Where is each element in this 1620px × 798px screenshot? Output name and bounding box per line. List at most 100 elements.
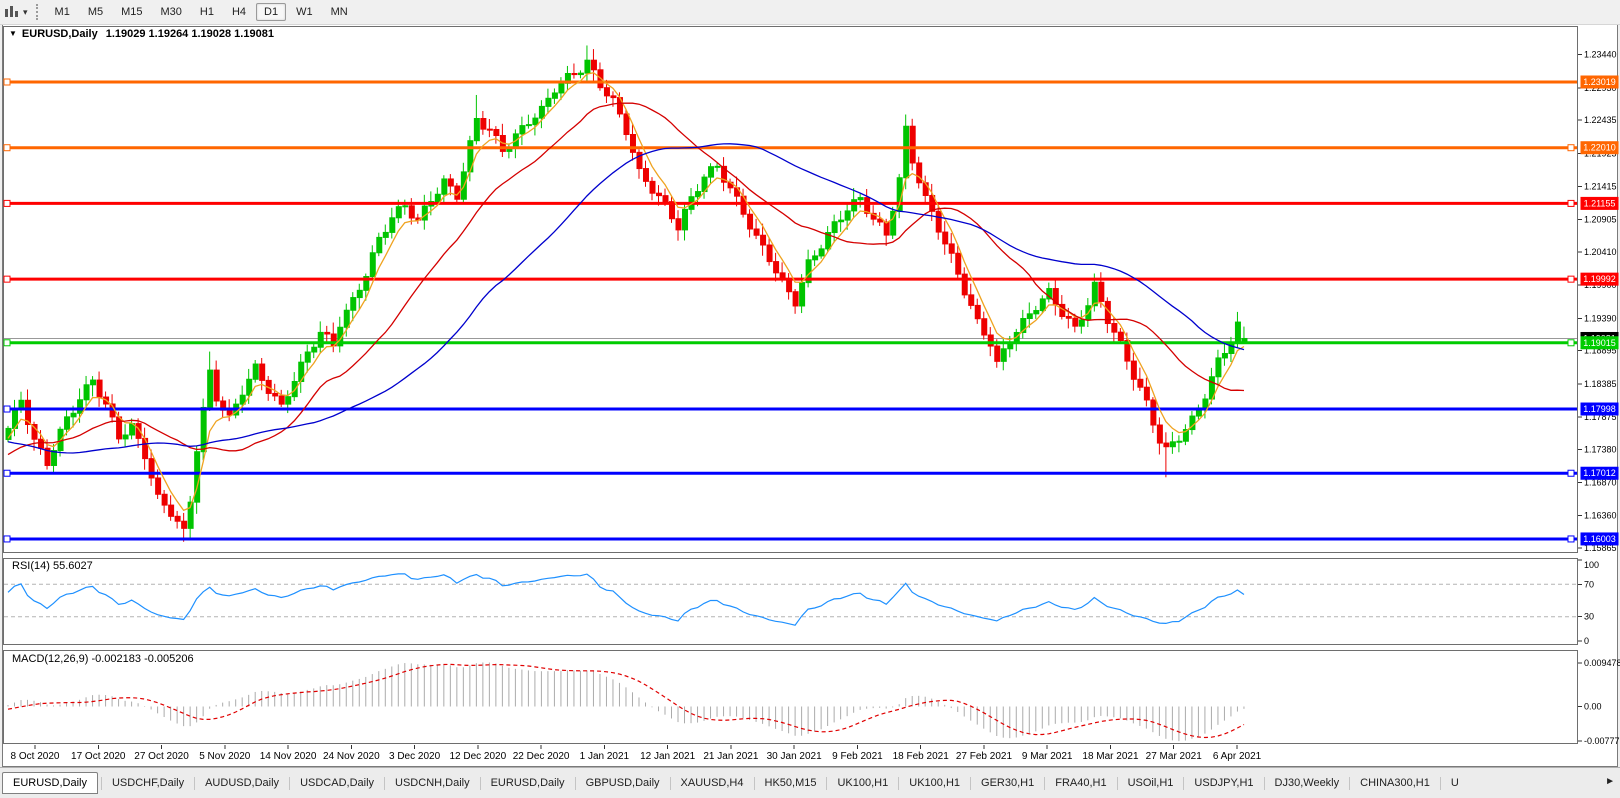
tab-separator — [1264, 777, 1265, 790]
svg-text:18 Feb 2021: 18 Feb 2021 — [893, 751, 950, 762]
tab-separator — [194, 777, 195, 790]
tab-separator — [1183, 777, 1184, 790]
svg-text:30 Jan 2021: 30 Jan 2021 — [767, 751, 822, 762]
svg-text:9 Feb 2021: 9 Feb 2021 — [832, 751, 883, 762]
hline-handle[interactable] — [4, 340, 10, 346]
svg-text:1.19015: 1.19015 — [1583, 338, 1616, 348]
tab-scroll-right-button[interactable]: ► — [1605, 776, 1615, 787]
tab-separator — [826, 777, 827, 790]
hline-handle[interactable] — [4, 276, 10, 282]
chart-title-symbol: EURUSD,Daily — [22, 28, 98, 40]
tab-eurusd-daily[interactable]: EURUSD,Daily — [484, 774, 572, 792]
timeframe-w1-button[interactable]: W1 — [288, 3, 321, 21]
timeframe-h4-button[interactable]: H4 — [224, 3, 254, 21]
tab-eurusd-daily[interactable]: EURUSD,Daily — [2, 772, 98, 794]
rsi-label: RSI(14) 55.6027 — [12, 560, 93, 572]
chart-type-icon — [4, 5, 20, 19]
svg-text:1.23440: 1.23440 — [1584, 50, 1617, 60]
svg-text:0.00: 0.00 — [1584, 702, 1602, 712]
tab-separator — [1440, 777, 1441, 790]
svg-text:1.20410: 1.20410 — [1584, 247, 1617, 257]
tab-usdjpy-h1[interactable]: USDJPY,H1 — [1187, 774, 1260, 792]
price-chart-canvas[interactable]: 1.234401.229301.224351.219251.214151.209… — [0, 0, 1620, 797]
tab-usdchf-daily[interactable]: USDCHF,Daily — [105, 774, 191, 792]
svg-text:27 Oct 2020: 27 Oct 2020 — [134, 751, 189, 762]
svg-text:1.16360: 1.16360 — [1584, 511, 1617, 521]
chart-type-tool[interactable]: ▾ — [0, 2, 32, 22]
toolbar: ▾ M1M5M15M30H1H4D1W1MN — [0, 0, 1620, 25]
tab-separator — [670, 777, 671, 790]
hline-handle[interactable] — [1568, 340, 1574, 346]
tab-separator — [289, 777, 290, 790]
tab-usoil-h1[interactable]: USOil,H1 — [1121, 774, 1181, 792]
svg-text:100: 100 — [1584, 560, 1599, 570]
tab-china300-h1[interactable]: CHINA300,H1 — [1353, 774, 1437, 792]
tab-ger30-h1[interactable]: GER30,H1 — [974, 774, 1041, 792]
hline-handle[interactable] — [1568, 145, 1574, 151]
tab-usdcad-daily[interactable]: USDCAD,Daily — [293, 774, 381, 792]
hline-handle[interactable] — [1568, 470, 1574, 476]
tab-usdcnh-daily[interactable]: USDCNH,Daily — [388, 774, 477, 792]
tab-separator — [1044, 777, 1045, 790]
svg-text:3 Dec 2020: 3 Dec 2020 — [389, 751, 441, 762]
svg-text:1.20905: 1.20905 — [1584, 215, 1617, 225]
svg-text:1.19992: 1.19992 — [1583, 274, 1616, 284]
tab-uk100-h1[interactable]: UK100,H1 — [830, 774, 895, 792]
svg-text:1.19390: 1.19390 — [1584, 313, 1617, 323]
hline-handle[interactable] — [4, 145, 10, 151]
hline-handle[interactable] — [4, 200, 10, 206]
svg-text:22 Dec 2020: 22 Dec 2020 — [513, 751, 570, 762]
timeframe-buttons: M1M5M15M30H1H4D1W1MN — [46, 3, 357, 21]
svg-text:18 Mar 2021: 18 Mar 2021 — [1082, 751, 1139, 762]
svg-text:12 Dec 2020: 12 Dec 2020 — [449, 751, 506, 762]
tab-u[interactable]: U — [1444, 774, 1466, 792]
timeframe-mn-button[interactable]: MN — [323, 3, 356, 21]
hline-handle[interactable] — [4, 406, 10, 412]
tab-separator — [1349, 777, 1350, 790]
tab-uk100-h1[interactable]: UK100,H1 — [902, 774, 967, 792]
tab-gbpusd-daily[interactable]: GBPUSD,Daily — [579, 774, 667, 792]
svg-text:0: 0 — [1584, 636, 1589, 646]
svg-text:5 Nov 2020: 5 Nov 2020 — [199, 751, 251, 762]
svg-text:12 Jan 2021: 12 Jan 2021 — [640, 751, 695, 762]
timeframe-d1-button[interactable]: D1 — [256, 3, 286, 21]
tab-dj30-weekly[interactable]: DJ30,Weekly — [1268, 774, 1347, 792]
chart-title: ▼EURUSD,Daily1.19029 1.19264 1.19028 1.1… — [9, 28, 274, 40]
hline-handle[interactable] — [4, 470, 10, 476]
timeframe-m15-button[interactable]: M15 — [113, 3, 150, 21]
hline-handle[interactable] — [1568, 200, 1574, 206]
svg-text:-0.00777: -0.00777 — [1584, 736, 1620, 746]
timeframe-m1-button[interactable]: M1 — [47, 3, 78, 21]
tab-hk50-m15[interactable]: HK50,M15 — [758, 774, 824, 792]
svg-text:1.17012: 1.17012 — [1583, 468, 1616, 478]
svg-text:30: 30 — [1584, 612, 1594, 622]
tab-separator — [480, 777, 481, 790]
toolbar-grip[interactable] — [36, 4, 38, 20]
svg-text:1.21415: 1.21415 — [1584, 181, 1617, 191]
symbol-tab-bar: EURUSD,Daily USDCHF,Daily AUDUSD,Daily USDC… — [0, 767, 1620, 798]
timeframe-m5-button[interactable]: M5 — [80, 3, 111, 21]
svg-text:1.16003: 1.16003 — [1583, 534, 1616, 544]
hline-handle[interactable] — [4, 79, 10, 85]
svg-text:1.21155: 1.21155 — [1584, 198, 1616, 208]
svg-text:9 Mar 2021: 9 Mar 2021 — [1022, 751, 1073, 762]
svg-text:70: 70 — [1584, 579, 1594, 589]
dropdown-caret-icon: ▾ — [23, 7, 28, 18]
hline-handle[interactable] — [1568, 276, 1574, 282]
timeframe-m30-button[interactable]: M30 — [153, 3, 190, 21]
svg-text:27 Mar 2021: 27 Mar 2021 — [1146, 751, 1203, 762]
symbol-dropdown-icon[interactable]: ▼ — [9, 29, 17, 38]
macd-pane-frame — [4, 651, 1578, 744]
tab-audusd-daily[interactable]: AUDUSD,Daily — [198, 774, 286, 792]
tab-separator — [384, 777, 385, 790]
svg-text:21 Jan 2021: 21 Jan 2021 — [703, 751, 758, 762]
tab-fra40-h1[interactable]: FRA40,H1 — [1048, 774, 1113, 792]
tab-xauusd-h4[interactable]: XAUUSD,H4 — [674, 774, 751, 792]
svg-text:1 Jan 2021: 1 Jan 2021 — [580, 751, 630, 762]
timeframe-h1-button[interactable]: H1 — [192, 3, 222, 21]
svg-text:1.23019: 1.23019 — [1583, 77, 1616, 87]
hline-handle[interactable] — [1568, 536, 1574, 542]
hline-handle[interactable] — [4, 536, 10, 542]
svg-text:8 Oct 2020: 8 Oct 2020 — [11, 751, 60, 762]
svg-text:24 Nov 2020: 24 Nov 2020 — [323, 751, 380, 762]
